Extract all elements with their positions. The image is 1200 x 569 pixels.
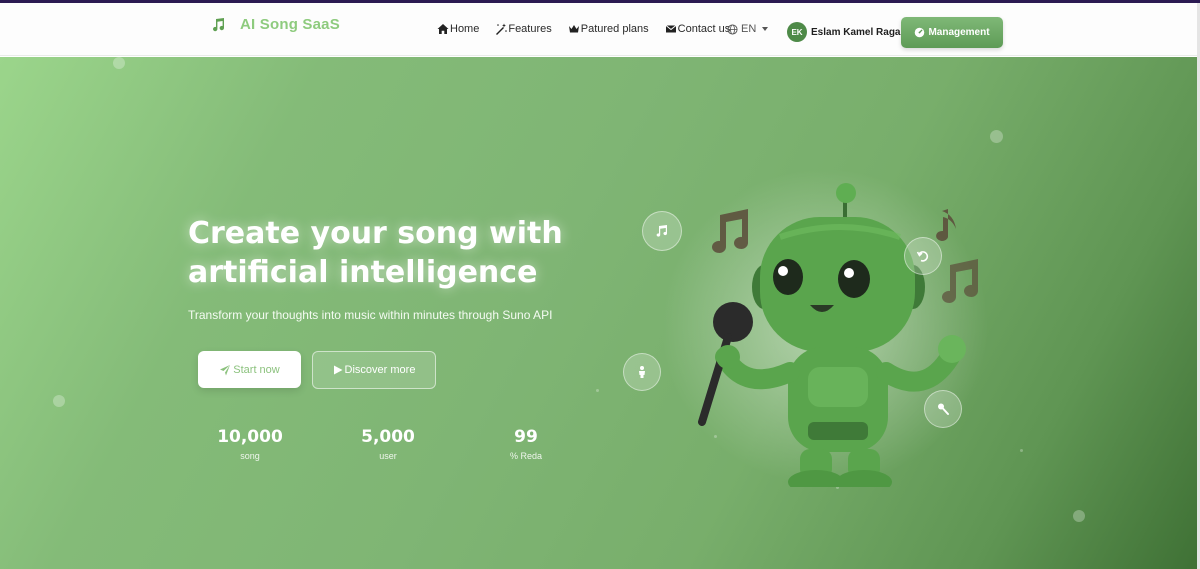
hero-title: Create your song with artificial intelli… [188,214,608,292]
user-name: Eslam Kamel Ragab [811,26,907,38]
home-icon [437,24,449,34]
avatar: EK [787,22,807,42]
stat-rating: 99 % Reda [486,427,566,461]
decor-bubble [596,389,599,392]
stat-value: 99 [514,427,538,447]
management-label: Management [928,27,990,38]
decor-bubble [1073,510,1085,522]
floating-music-button[interactable] [642,211,682,251]
gauge-icon [915,27,925,38]
stat-users: 5,000 user [348,427,428,461]
stat-label: % Reda [509,451,543,461]
rotate-icon [916,251,929,262]
nav-item-home[interactable]: Home [437,23,479,35]
magic-wand-icon [496,23,508,35]
floating-mic-button[interactable] [924,390,962,428]
stat-label: user [379,451,397,461]
nav-item-features[interactable]: Features [495,23,552,35]
chevron-down-icon [762,27,769,31]
robot-illustration [698,183,978,487]
nav-label-plans: Patured plans [580,23,649,35]
language-label: EN [741,23,757,35]
music-note-icon [213,17,225,31]
stat-label: song [240,451,260,461]
envelope-icon [665,25,676,33]
start-now-label: Start now [233,363,280,376]
floating-rotate-button[interactable] [904,237,942,275]
start-now-button[interactable]: Start now [198,351,301,388]
globe-icon [727,23,738,35]
user-menu[interactable]: EK Eslam Kamel Ragab [787,22,907,42]
crown-icon [568,25,579,33]
play-icon [333,365,343,375]
nav-item-plans[interactable]: Patured plans [568,23,649,35]
main-nav: Home Features Patured plans Contact us [437,23,730,35]
decor-bubble [990,130,1003,143]
decor-bubble [53,395,65,407]
hero-subtitle: Transform your thoughts into music withi… [188,308,553,322]
nav-label-features: Features [508,23,552,35]
discover-more-label: Discover more [344,364,416,376]
music-note-icon [656,225,667,237]
stat-value: 10,000 [217,427,283,447]
navbar: AI Song SaaS Home Features Patured plans… [0,3,1197,56]
decor-bubble [1020,449,1023,452]
stat-songs: 10,000 song [210,427,290,461]
person-icon [639,366,645,378]
microphone-icon [938,403,949,415]
discover-more-button[interactable]: Discover more [312,351,436,389]
floating-person-button[interactable] [623,353,661,391]
hero-title-line1: Create your song with [188,216,563,251]
paper-plane-icon [220,364,231,375]
nav-label-home: Home [450,23,480,35]
nav-label-contact: Contact us [677,23,731,35]
brand-name: AI Song SaaS [240,16,340,33]
brand[interactable]: AI Song SaaS [210,16,340,33]
language-selector[interactable]: EN [727,23,769,35]
hero-section: Create your song with artificial intelli… [0,57,1197,569]
stat-value: 5,000 [361,427,415,447]
hero-title-line2: artificial intelligence [188,255,538,290]
decor-bubble [113,57,125,69]
nav-item-contact[interactable]: Contact us [665,23,731,35]
management-button[interactable]: Management [901,17,1003,48]
